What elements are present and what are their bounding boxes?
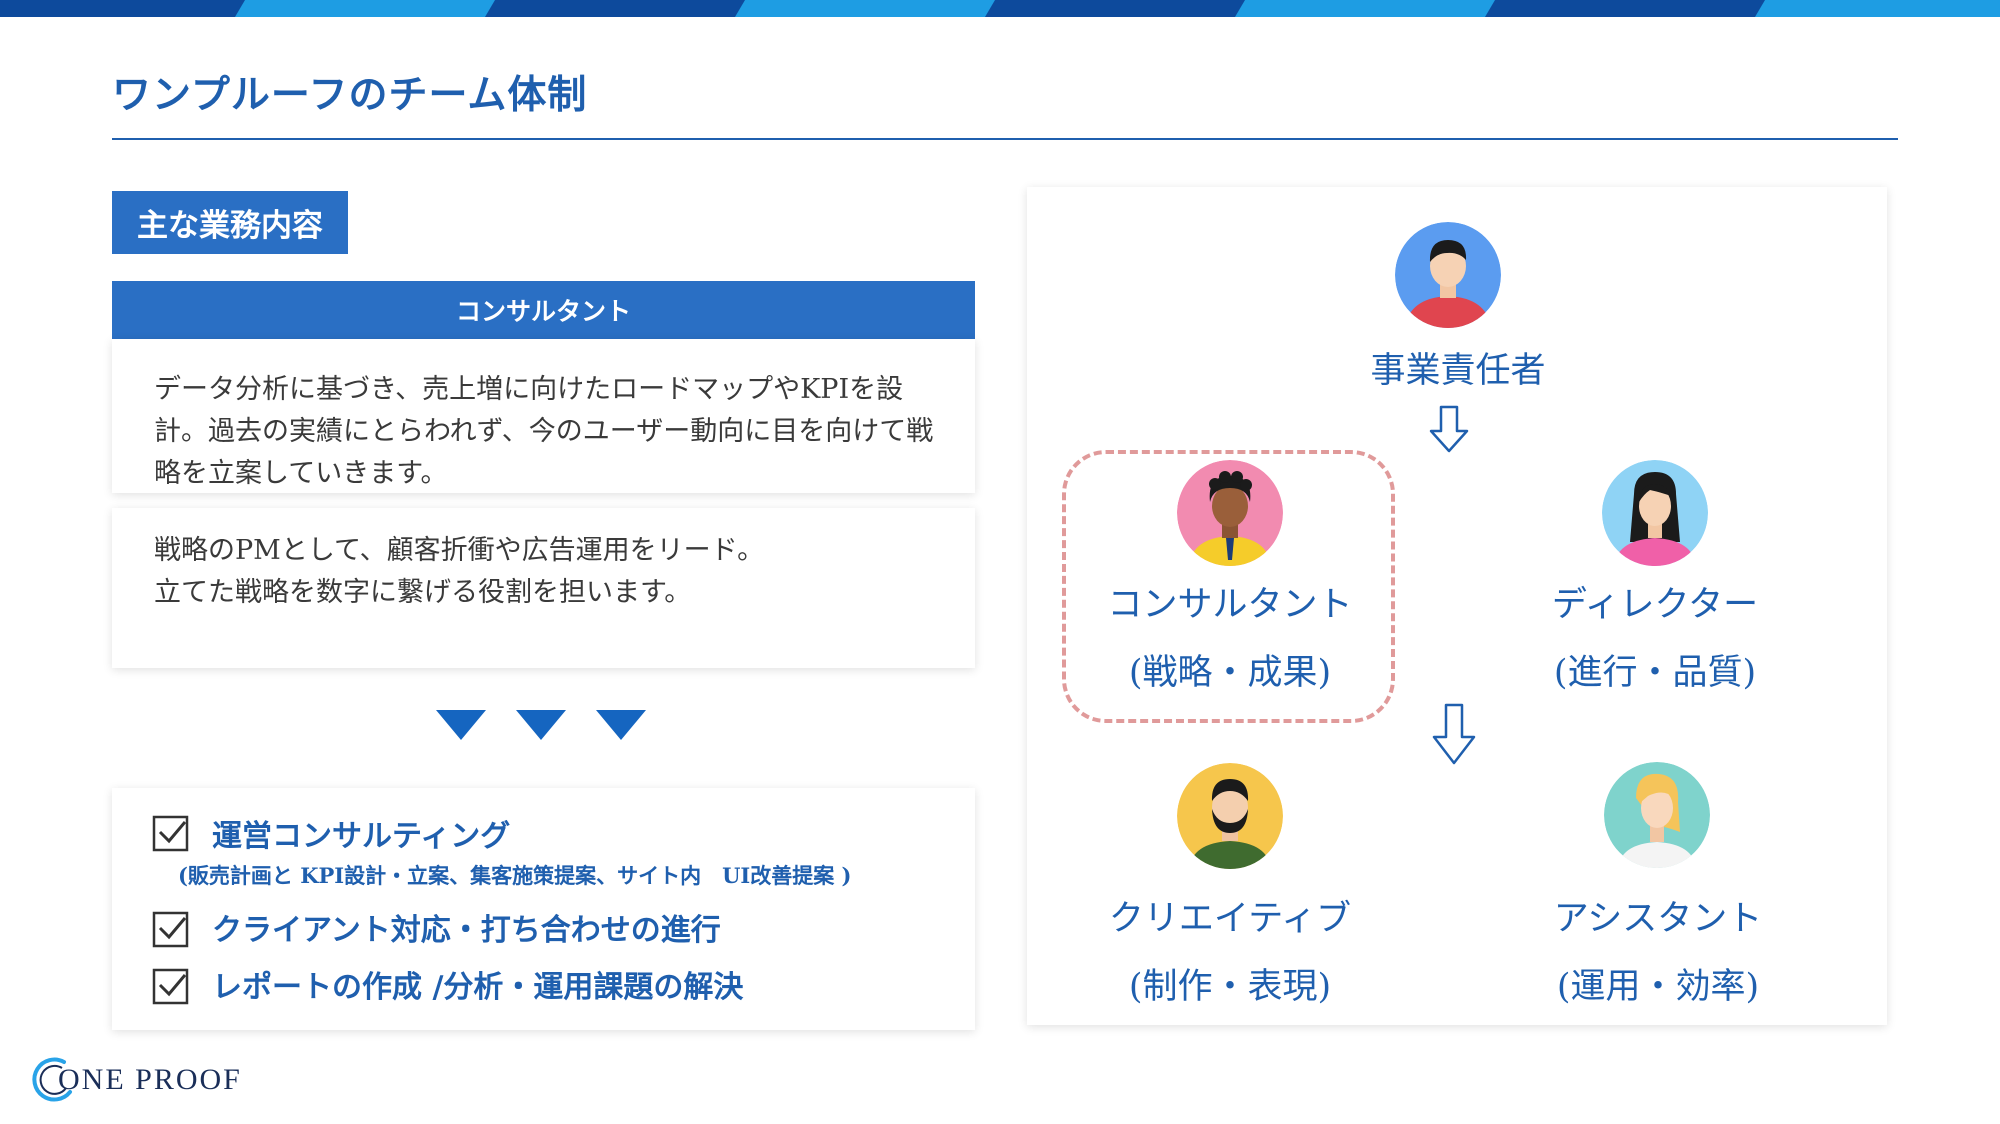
down-arrow-icon	[1430, 703, 1480, 767]
org-member-name-4: アシスタント	[1553, 899, 1763, 939]
org-member-sub-1: (戦略・成果)	[1128, 653, 1332, 693]
task-label-1: 運営コンサルティング	[212, 819, 511, 854]
logo-text: ONE PROOF	[58, 1063, 242, 1096]
task-label-3: レポートの作成 /分析・運用課題の解決	[212, 970, 744, 1005]
person-yellow-shirt-icon	[1177, 460, 1283, 566]
down-arrow-icon	[1428, 405, 1470, 455]
org-member-sub-4: (運用・効率)	[1556, 967, 1760, 1007]
top-stripe-bar	[0, 0, 2000, 17]
task-label-2: クライアント対応・打ち合わせの進行	[212, 913, 721, 948]
org-member-name-3: クリエイティブ	[1108, 899, 1352, 939]
checkbox-icon	[152, 815, 189, 852]
org-member-sub-2: (進行・品質)	[1553, 653, 1757, 693]
page-title: ワンプルーフのチーム体制	[112, 73, 588, 118]
person-woman-blonde-icon	[1604, 762, 1710, 868]
person-beard-green-icon	[1177, 763, 1283, 869]
checkbox-icon	[152, 911, 189, 948]
title-divider	[112, 138, 1898, 140]
description-text-1: データ分析に基づき、売上増に向けたロードマップやKPIを設計。過去の実績にとらわ…	[154, 374, 934, 489]
org-member-name-2: ディレクター	[1551, 585, 1759, 625]
person-red-shirt-icon	[1395, 222, 1501, 328]
description-card-1: データ分析に基づき、売上増に向けたロードマップやKPIを設計。過去の実績にとらわ…	[112, 339, 975, 493]
org-member-name-1: コンサルタント	[1107, 585, 1353, 625]
org-head-name: 事業責任者	[1370, 351, 1546, 391]
description-card-2: 戦略のPMとして、顧客折衝や広告運用をリード。 立てた戦略を数字に繋げる役割を担…	[112, 508, 975, 668]
org-member-sub-3: (制作・表現)	[1128, 967, 1332, 1007]
task-sub-1: (販売計画と KPI設計・立案、集客施策提案、サイト内 UI改善提案 )	[178, 863, 852, 888]
down-triangles	[436, 710, 656, 744]
person-woman-pink-icon	[1602, 460, 1708, 566]
role-header: コンサルタント	[112, 281, 975, 339]
section-label: 主な業務内容	[112, 191, 348, 254]
company-logo: ONE PROOF	[26, 1052, 266, 1108]
checkbox-icon	[152, 968, 189, 1005]
description-text-2: 戦略のPMとして、顧客折衝や広告運用をリード。 立てた戦略を数字に繋げる役割を担…	[154, 535, 765, 608]
